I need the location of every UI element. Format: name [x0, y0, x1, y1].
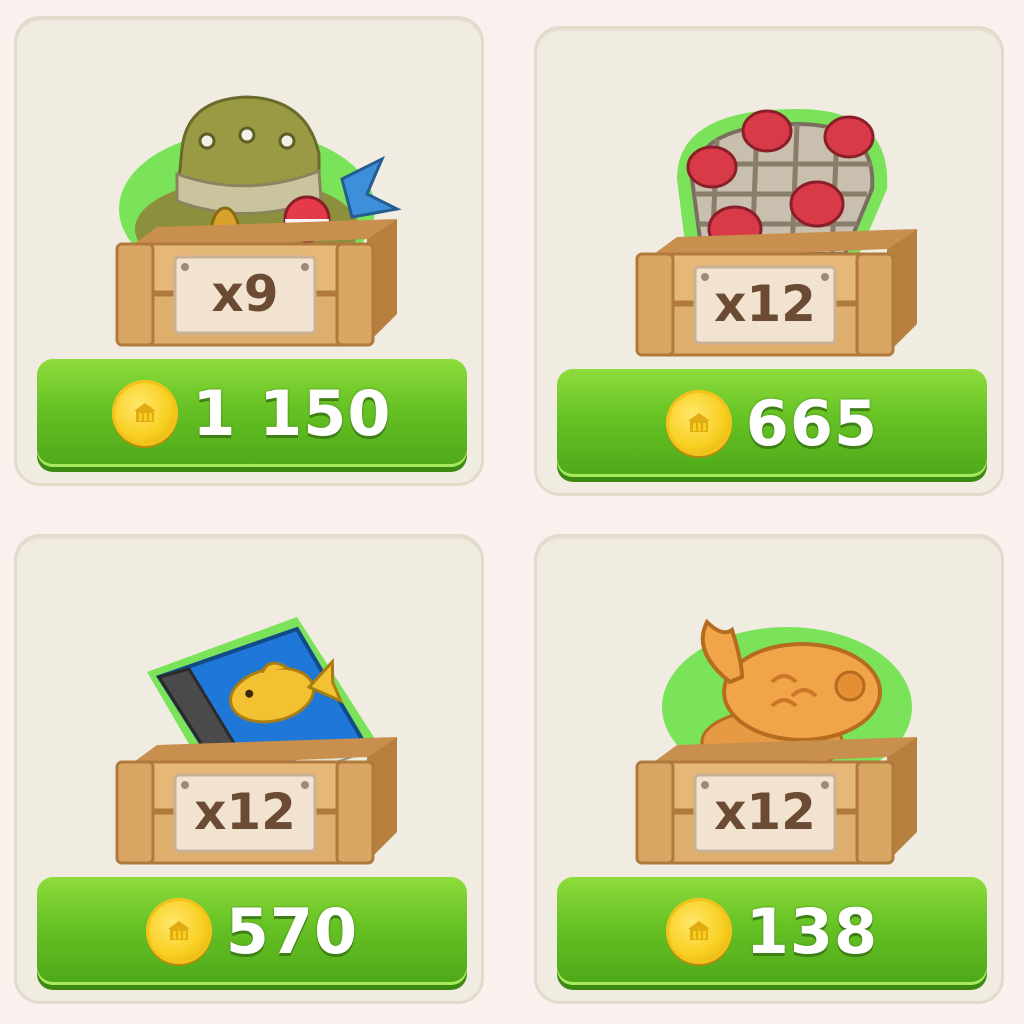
fish-book-icon: x12 [97, 617, 417, 877]
coin-icon [665, 898, 732, 964]
quantity-label: x12 [714, 783, 816, 841]
price-label: 665 [745, 386, 879, 460]
shop-item-card[interactable]: x12 570 [14, 534, 484, 1004]
price-label: 570 [225, 894, 359, 968]
price-label: 1 150 [192, 376, 392, 450]
price-label: 138 [745, 894, 879, 968]
shop-item-card[interactable]: x12 138 [534, 534, 1004, 1004]
shop-grid: x9 1 150 x12 665 x12 570 x12 138 [0, 0, 1024, 1024]
buy-button[interactable]: 138 [557, 877, 987, 985]
buy-button[interactable]: 1 150 [37, 359, 467, 467]
fishing-hat-icon: x9 [97, 95, 402, 359]
coin-icon [145, 898, 212, 964]
buy-button[interactable]: 665 [557, 369, 987, 477]
fishing-net-icon: x12 [617, 109, 937, 369]
quantity-label: x12 [194, 783, 296, 841]
quantity-label: x9 [211, 265, 278, 323]
coin-icon [112, 380, 179, 446]
coin-icon [665, 390, 732, 456]
buy-button[interactable]: 570 [37, 877, 467, 985]
fish-cookie-icon: x12 [617, 618, 937, 877]
shop-item-card[interactable]: x12 665 [534, 26, 1004, 496]
quantity-label: x12 [714, 275, 816, 333]
shop-item-card[interactable]: x9 1 150 [14, 16, 484, 486]
